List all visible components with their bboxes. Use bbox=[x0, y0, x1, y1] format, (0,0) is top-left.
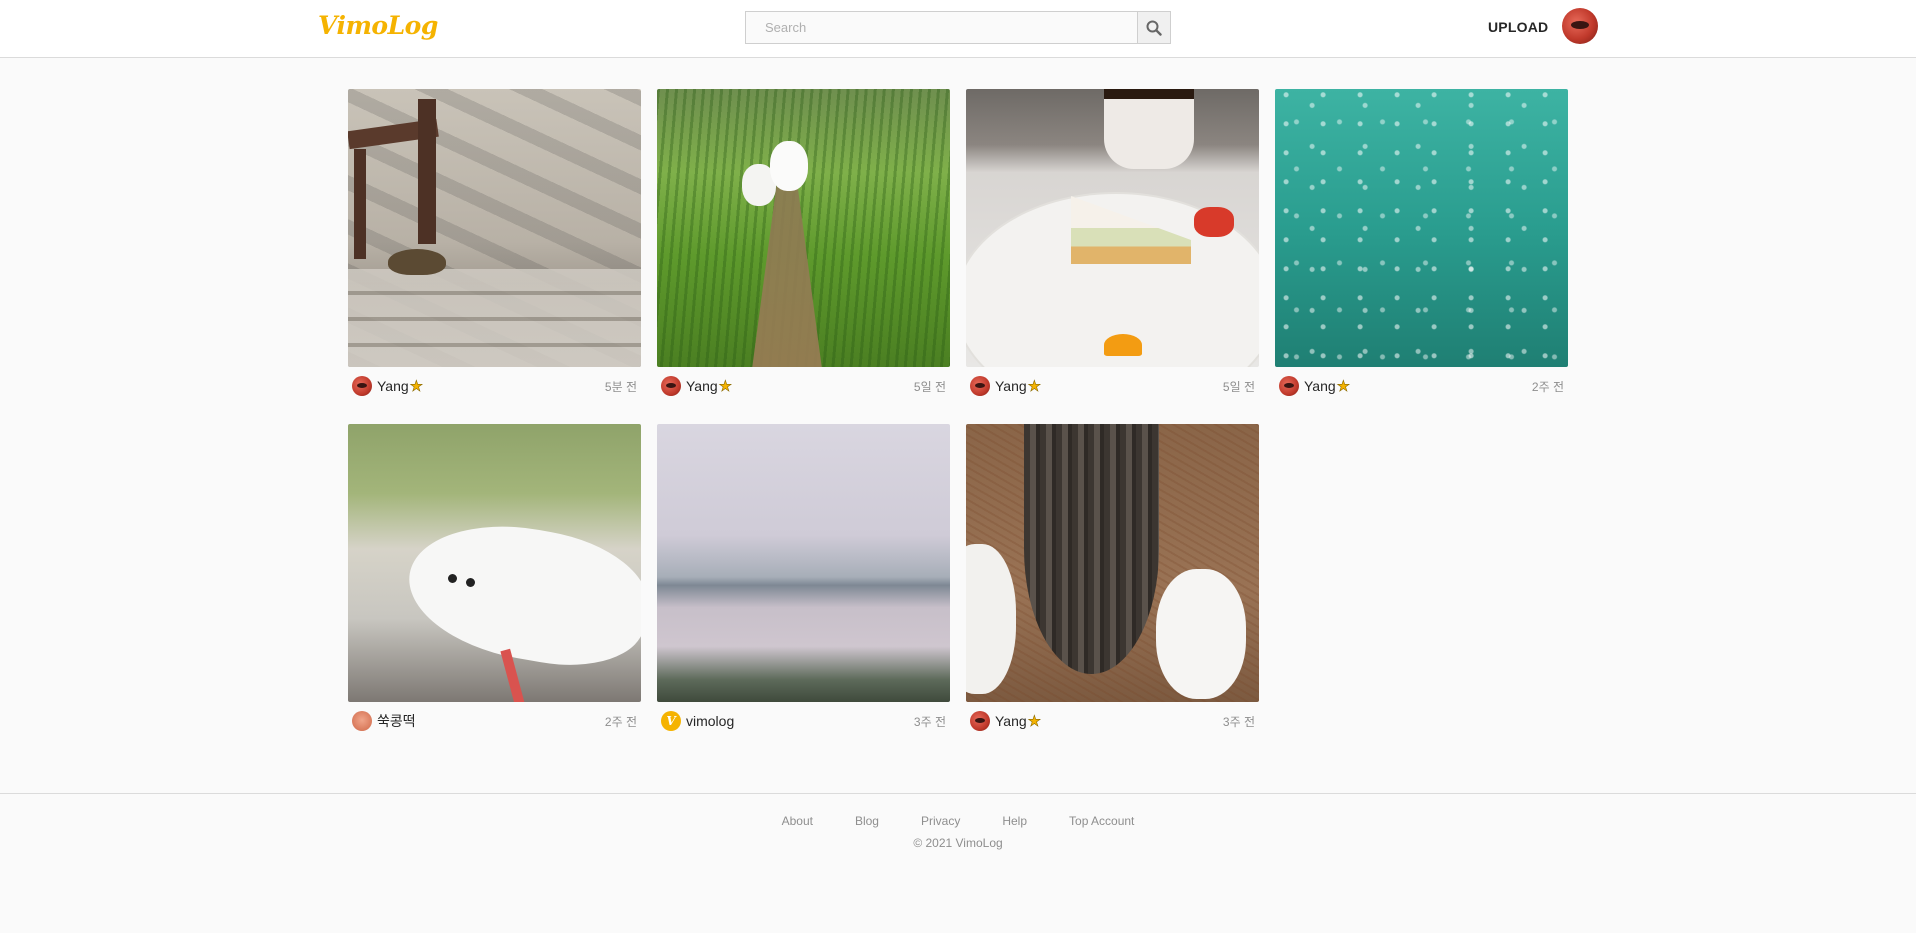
author-avatar[interactable]: V bbox=[661, 711, 681, 731]
author-name[interactable]: vimolog bbox=[686, 713, 734, 729]
post-card: Yang ★ 3주 전 bbox=[966, 424, 1259, 731]
post-card: Yang ★ 5분 전 bbox=[348, 89, 641, 396]
post-card: 쑥콩떡 2주 전 bbox=[348, 424, 641, 731]
star-icon: ★ bbox=[409, 377, 424, 395]
copyright: © 2021 VimoLog bbox=[913, 836, 1003, 850]
search-icon bbox=[1146, 20, 1162, 36]
footer: About Blog Privacy Help Top Account © 20… bbox=[0, 793, 1916, 933]
post-meta: Yang ★ 3주 전 bbox=[970, 710, 1255, 732]
post-meta: V vimolog 3주 전 bbox=[661, 710, 946, 732]
footer-link-top-account[interactable]: Top Account bbox=[1069, 814, 1134, 828]
search-button[interactable] bbox=[1137, 11, 1171, 44]
post-thumbnail[interactable] bbox=[966, 89, 1259, 367]
author-avatar[interactable] bbox=[661, 376, 681, 396]
post-thumbnail[interactable] bbox=[1275, 89, 1568, 367]
post-card: V vimolog 3주 전 bbox=[657, 424, 950, 731]
post-meta: Yang ★ 5일 전 bbox=[970, 375, 1255, 397]
post-time: 2주 전 bbox=[1531, 379, 1564, 394]
search-input[interactable] bbox=[745, 11, 1137, 44]
post-time: 5분 전 bbox=[604, 379, 637, 394]
author-avatar[interactable] bbox=[352, 376, 372, 396]
footer-link-help[interactable]: Help bbox=[1002, 814, 1027, 828]
author-name[interactable]: Yang bbox=[995, 713, 1027, 729]
footer-link-blog[interactable]: Blog bbox=[855, 814, 879, 828]
upload-button[interactable]: UPLOAD bbox=[1488, 19, 1548, 35]
search-bar bbox=[745, 11, 1171, 44]
author-avatar[interactable] bbox=[352, 711, 372, 731]
post-thumbnail[interactable] bbox=[657, 424, 950, 702]
post-meta: Yang ★ 5일 전 bbox=[661, 375, 946, 397]
profile-avatar[interactable] bbox=[1562, 8, 1598, 44]
author-name[interactable]: Yang bbox=[377, 378, 409, 394]
star-icon: ★ bbox=[1027, 712, 1042, 730]
post-meta: Yang ★ 5분 전 bbox=[352, 375, 637, 397]
post-time: 3주 전 bbox=[913, 714, 946, 729]
post-time: 5일 전 bbox=[913, 379, 946, 394]
author-avatar[interactable] bbox=[1279, 376, 1299, 396]
star-icon: ★ bbox=[718, 377, 733, 395]
author-name[interactable]: Yang bbox=[995, 378, 1027, 394]
top-navbar: VimoLog UPLOAD bbox=[0, 0, 1916, 58]
footer-link-about[interactable]: About bbox=[782, 814, 813, 828]
footer-links: About Blog Privacy Help Top Account bbox=[0, 814, 1916, 828]
post-card: Yang ★ 5일 전 bbox=[966, 89, 1259, 396]
star-icon: ★ bbox=[1336, 377, 1351, 395]
author-avatar[interactable] bbox=[970, 711, 990, 731]
author-avatar[interactable] bbox=[970, 376, 990, 396]
author-name[interactable]: Yang bbox=[686, 378, 718, 394]
footer-link-privacy[interactable]: Privacy bbox=[921, 814, 960, 828]
post-time: 5일 전 bbox=[1222, 379, 1255, 394]
post-thumbnail[interactable] bbox=[348, 424, 641, 702]
post-card: Yang ★ 2주 전 bbox=[1275, 89, 1568, 396]
post-time: 3주 전 bbox=[1222, 714, 1255, 729]
star-icon: ★ bbox=[1027, 377, 1042, 395]
author-name[interactable]: Yang bbox=[1304, 378, 1336, 394]
post-meta: Yang ★ 2주 전 bbox=[1279, 375, 1564, 397]
author-name[interactable]: 쑥콩떡 bbox=[377, 711, 416, 731]
post-thumbnail[interactable] bbox=[657, 89, 950, 367]
logo[interactable]: VimoLog bbox=[318, 11, 438, 40]
post-thumbnail[interactable] bbox=[966, 424, 1259, 702]
post-thumbnail[interactable] bbox=[348, 89, 641, 367]
post-meta: 쑥콩떡 2주 전 bbox=[352, 710, 637, 732]
post-card: Yang ★ 5일 전 bbox=[657, 89, 950, 396]
post-time: 2주 전 bbox=[604, 714, 637, 729]
